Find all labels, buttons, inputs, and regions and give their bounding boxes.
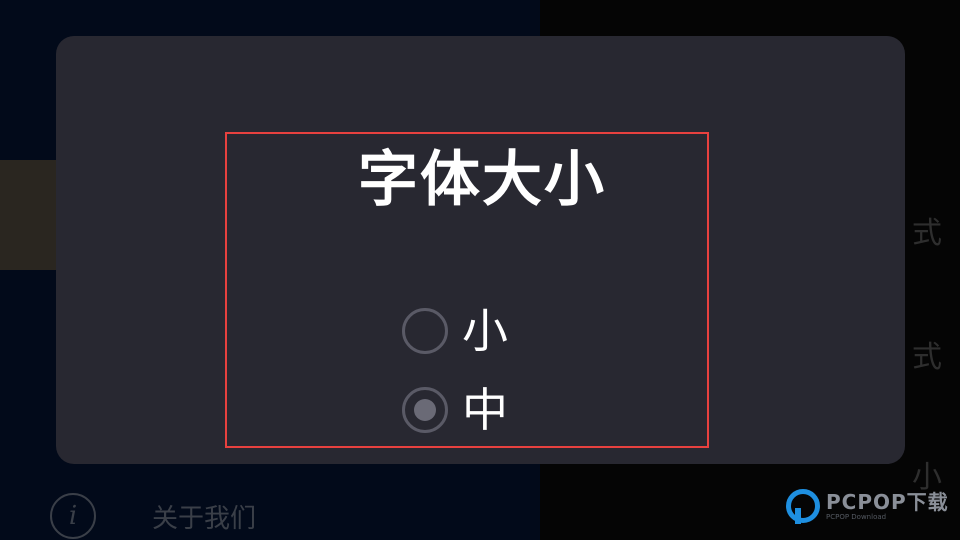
info-icon: i xyxy=(50,493,96,539)
watermark-main-text: PCPOP下载 xyxy=(826,489,949,514)
screen: i 关于我们 式 式 小 字体大小 小 中 PCPOP下载 PCPOP Down… xyxy=(0,0,960,540)
watermark-logo: PCPOP下载 PCPOP Download xyxy=(786,484,949,528)
pcpop-logo-icon xyxy=(786,489,820,524)
menu-item-label: 关于我们 xyxy=(152,503,257,534)
watermark-text: PCPOP下载 PCPOP Download xyxy=(826,492,949,521)
menu-item-about-us[interactable]: i 关于我们 xyxy=(0,486,540,540)
background-text: 式 xyxy=(912,216,942,251)
watermark-sub-text: PCPOP Download xyxy=(826,512,887,521)
background-text: 式 xyxy=(912,340,942,375)
annotation-highlight-box xyxy=(225,132,709,448)
